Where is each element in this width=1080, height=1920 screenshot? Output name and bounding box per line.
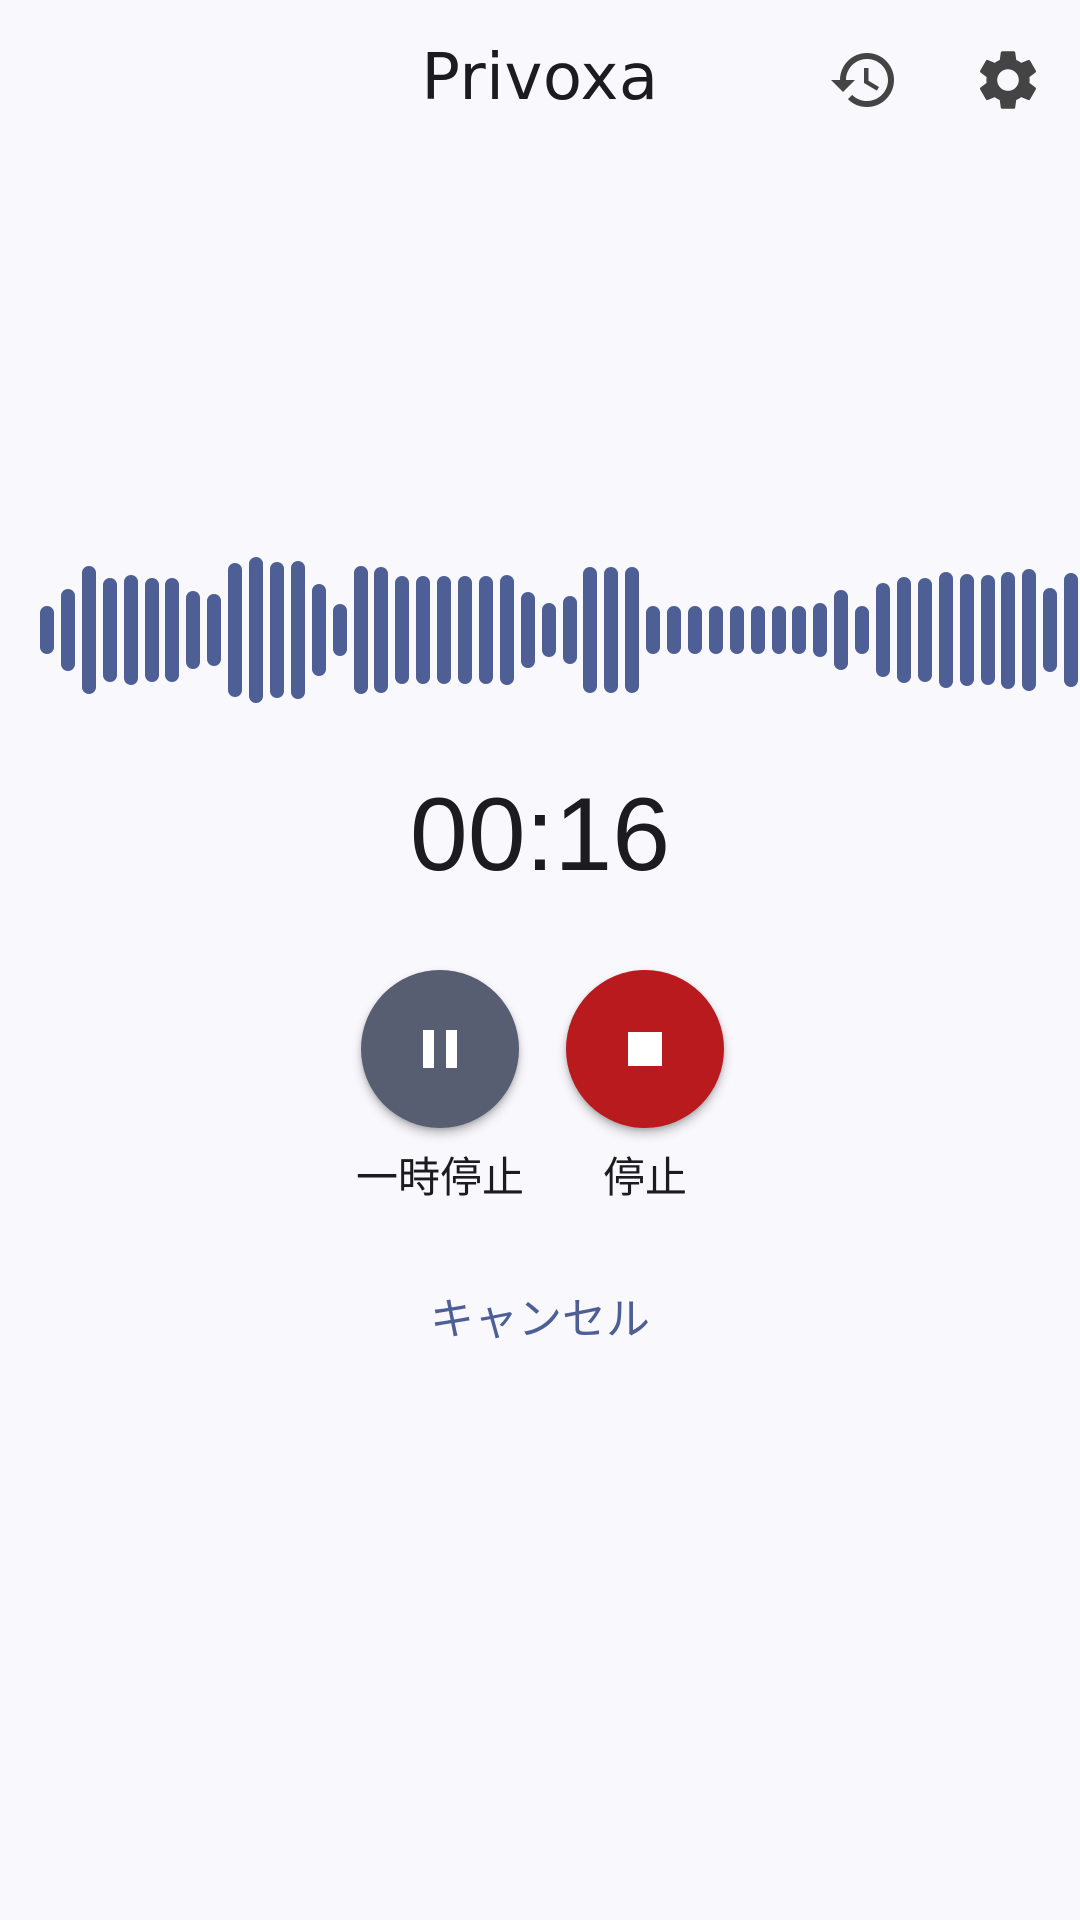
waveform-bar (249, 557, 263, 703)
stop-button[interactable] (566, 970, 724, 1128)
waveform-bar (1064, 573, 1079, 687)
waveform-bar (792, 605, 807, 655)
waveform-bar (896, 576, 911, 684)
waveform-bar (687, 605, 702, 655)
app-title: Privoxa (421, 41, 659, 115)
waveform-bar (374, 567, 389, 693)
waveform-bar (938, 572, 953, 688)
waveform-bar (834, 590, 849, 670)
waveform-bar (290, 560, 305, 700)
waveform-bar (499, 575, 514, 685)
waveform-bar (102, 577, 117, 683)
waveform-bar (437, 576, 452, 684)
gear-icon (979, 51, 1037, 109)
waveform-bar (520, 592, 535, 668)
waveform-bar (917, 577, 932, 683)
waveform-bar (165, 577, 180, 683)
waveform-bar (1022, 568, 1037, 692)
waveform-bar (980, 575, 995, 685)
stop-label: 停止 (602, 1153, 687, 1202)
waveform-bar (269, 561, 284, 699)
waveform-bar (562, 595, 577, 665)
waveform-bar (583, 567, 598, 693)
waveform-bar (353, 566, 368, 694)
waveform-bar (750, 605, 765, 655)
waveform-bar (332, 603, 347, 657)
waveform-bar (604, 567, 619, 693)
waveform-bar (813, 603, 828, 657)
waveform-bar (81, 566, 96, 694)
waveform-bar (416, 576, 431, 684)
waveform-bar (855, 605, 870, 655)
waveform-bar (186, 591, 201, 669)
waveform-bar (144, 577, 159, 683)
waveform-bar (478, 576, 493, 684)
waveform-bar (876, 583, 890, 677)
waveform-bar (1043, 587, 1058, 673)
waveform-bar (959, 574, 974, 686)
history-button[interactable] (816, 32, 912, 128)
waveform-bar (625, 567, 640, 693)
waveform-bar (458, 576, 472, 684)
history-icon (831, 53, 894, 108)
settings-button[interactable] (960, 32, 1056, 128)
elapsed-timer: 00:16 (409, 777, 671, 893)
pause-label: 一時停止 (355, 1153, 524, 1202)
waveform-bar (207, 594, 222, 666)
waveform-bar (1001, 571, 1016, 689)
waveform-bar (395, 576, 410, 684)
audio-waveform (0, 540, 1080, 720)
pause-icon (423, 1030, 457, 1068)
waveform-bar (667, 605, 681, 655)
waveform-bar (729, 605, 744, 655)
waveform-bar (708, 605, 723, 655)
cancel-button[interactable]: キャンセル (390, 1288, 690, 1352)
waveform-bar (541, 603, 556, 657)
pause-button[interactable] (361, 970, 519, 1128)
waveform-bar (646, 605, 661, 655)
waveform-bar (311, 584, 326, 676)
waveform-bar (123, 575, 138, 685)
waveform-bar (771, 605, 786, 655)
stop-icon (628, 1032, 662, 1066)
waveform-bar (228, 563, 243, 697)
waveform-bar (40, 605, 54, 655)
waveform-bar (60, 588, 75, 672)
